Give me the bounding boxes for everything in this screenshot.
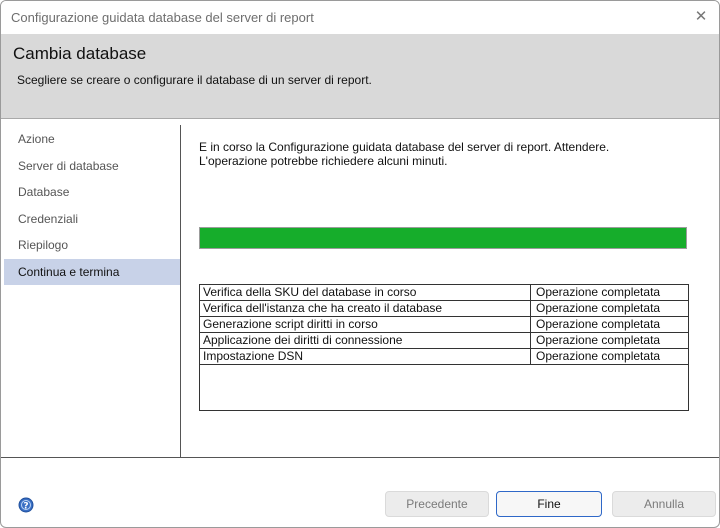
main-content: E in corso la Configurazione guidata dat… (182, 125, 719, 457)
progress-bar (199, 227, 687, 249)
sidebar-item-server-di-database[interactable]: Server di database (4, 153, 180, 179)
sidebar-item-credenziali[interactable]: Credenziali (4, 206, 180, 232)
table-row: Impostazione DSN Operazione completata (200, 349, 688, 365)
wizard-header: Cambia database Scegliere se creare o co… (1, 34, 719, 118)
step-name: Impostazione DSN (203, 349, 304, 363)
status-message-line-2: L'operazione potrebbe richiedere alcuni … (199, 154, 448, 168)
svg-text:?: ? (23, 502, 28, 512)
sidebar-item-continua-e-termina[interactable]: Continua e termina (4, 259, 180, 285)
page-subtitle: Scegliere se creare o configurare il dat… (17, 73, 372, 87)
footer-divider (1, 457, 719, 458)
table-row: Generazione script diritti in corso Oper… (200, 317, 688, 333)
table-row: Verifica dell'istanza che ha creato il d… (200, 301, 688, 317)
steps-table: Verifica della SKU del database in corso… (199, 284, 689, 411)
sidebar-item-azione[interactable]: Azione (4, 126, 180, 152)
table-row: Applicazione dei diritti di connessione … (200, 333, 688, 349)
progress-bar-fill (200, 228, 686, 248)
header-divider (1, 118, 719, 119)
cancel-button[interactable]: Annulla (612, 491, 716, 517)
previous-button[interactable]: Precedente (385, 491, 489, 517)
table-row: Verifica della SKU del database in corso… (200, 285, 688, 301)
page-title: Cambia database (13, 44, 147, 63)
window-title: Configurazione guidata database del serv… (11, 10, 314, 25)
help-icon[interactable]: ? (18, 497, 34, 513)
title-bar: Configurazione guidata database del serv… (1, 1, 719, 33)
close-icon[interactable]: ✕ (691, 7, 711, 27)
step-status: Operazione completata (530, 301, 688, 316)
step-name: Generazione script diritti in corso (203, 317, 378, 331)
step-status: Operazione completata (530, 317, 688, 332)
finish-button[interactable]: Fine (496, 491, 602, 517)
sidebar-item-database[interactable]: Database (4, 179, 180, 205)
wizard-window: Configurazione guidata database del serv… (0, 0, 720, 528)
wizard-steps-sidebar: Azione Server di database Database Crede… (1, 125, 181, 457)
step-name: Applicazione dei diritti di connessione (203, 333, 403, 347)
step-status: Operazione completata (530, 285, 688, 300)
status-message: E in corso la Configurazione guidata dat… (199, 140, 609, 168)
step-status: Operazione completata (530, 333, 688, 348)
sidebar-item-riepilogo[interactable]: Riepilogo (4, 232, 180, 258)
status-message-line-1: E in corso la Configurazione guidata dat… (199, 140, 610, 154)
step-name: Verifica dell'istanza che ha creato il d… (203, 301, 443, 315)
step-status: Operazione completata (530, 349, 688, 364)
step-name: Verifica della SKU del database in corso (203, 285, 417, 299)
